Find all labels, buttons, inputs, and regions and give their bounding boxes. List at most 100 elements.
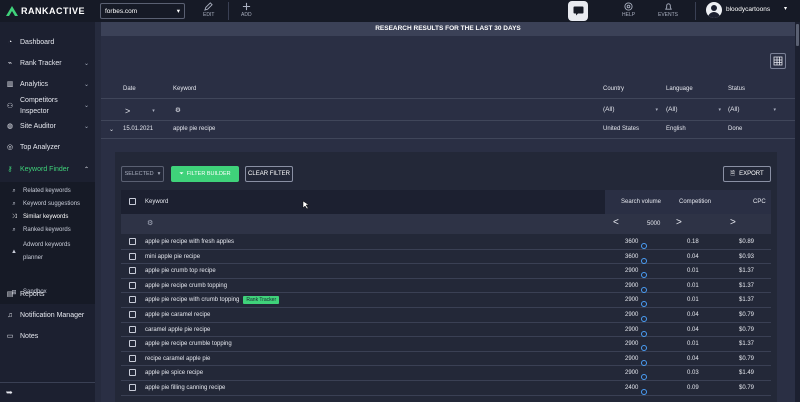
sidebar-item-competitors-inspector[interactable]: ⚇ Competitors Inspector ⌄ (0, 95, 95, 117)
trend-icon[interactable] (641, 243, 648, 249)
row-competition: 0.09 (687, 385, 699, 391)
edit-button[interactable]: EDIT (203, 2, 214, 18)
scrollbar-thumb[interactable] (796, 24, 799, 46)
keyword-filter-icon[interactable]: ⚙ (147, 219, 153, 227)
trend-icon[interactable] (641, 389, 648, 395)
divider (228, 2, 229, 20)
table-row[interactable]: apple pie recipe crumble topping 2900 0.01… (121, 337, 771, 352)
status-filter[interactable]: (All) ▾ (728, 106, 776, 113)
submenu-item-similar-keywords[interactable]: ⤨ Similar keywords (10, 213, 69, 221)
collapse-sidebar-icon[interactable]: ➥ (6, 388, 13, 397)
trend-icon[interactable] (641, 286, 648, 293)
row-keyword[interactable]: apple pie spice recipe (145, 370, 203, 376)
row-keyword[interactable]: mini apple pie recipe (145, 254, 200, 260)
column-search-volume[interactable]: Search volume (621, 199, 661, 205)
volume-filter-value[interactable]: 5000 (647, 221, 660, 227)
table-row[interactable]: apple pie crumb top recipe 2900 0.01 $1.37 (121, 264, 771, 279)
row-checkbox[interactable] (129, 267, 136, 275)
table-row[interactable]: apple pie caramel recipe 2900 0.04 $0.79 (121, 308, 771, 323)
domain-select[interactable]: forbes.com ▾ (100, 3, 185, 19)
sidebar-item-label: Notification Manager (20, 311, 85, 319)
language-filter[interactable]: (All) ▾ (666, 106, 721, 113)
sidebar-item-analytics[interactable]: ▥ Analytics ⌄ (0, 79, 95, 89)
country-filter[interactable]: (All) ▾ (603, 106, 658, 113)
username[interactable]: bloodycartoons (726, 6, 770, 13)
row-keyword[interactable]: recipe caramel apple pie (145, 356, 210, 362)
chat-button[interactable] (568, 1, 588, 21)
events-button[interactable]: EVENTS (658, 2, 678, 18)
row-checkbox[interactable] (129, 238, 136, 245)
chevron-left-icon[interactable]: < (613, 217, 619, 228)
row-checkbox[interactable] (129, 311, 136, 318)
chevron-down-icon[interactable]: ▾ (784, 5, 787, 12)
chevron-right-icon[interactable]: > (676, 217, 682, 228)
date-filter[interactable]: > ▾ (125, 106, 155, 116)
sidebar-item-notification-manager[interactable]: ♫ Notification Manager (0, 310, 95, 320)
trend-icon[interactable] (641, 301, 648, 308)
selected-dropdown[interactable]: SELECTED ▾ (121, 166, 164, 182)
row-competition: 0.18 (687, 239, 699, 245)
submenu-item-keyword-suggestions[interactable]: ⌕ Keyword suggestions (10, 200, 80, 208)
row-checkbox[interactable] (129, 281, 136, 289)
submenu-item-ranked-keywords[interactable]: ⌕ Ranked keywords (10, 226, 70, 234)
sidebar-item-notes[interactable]: ▭ Notes (0, 331, 95, 341)
row-keyword[interactable]: apple pie filling canning recipe (145, 385, 225, 391)
chevron-right-icon[interactable]: > (730, 217, 736, 228)
scrollbar[interactable] (795, 22, 800, 402)
trend-icon[interactable] (641, 272, 648, 279)
table-row[interactable]: apple pie recipe with crumb topping Rank … (121, 293, 771, 308)
clear-filter-button[interactable]: CLEAR FILTER (245, 166, 293, 182)
row-checkbox[interactable] (129, 354, 136, 362)
sidebar-item-reports[interactable]: ▤ Reports (0, 289, 95, 299)
sidebar-item-rank-tracker[interactable]: ⌁ Rank Tracker ⌄ (0, 58, 95, 68)
help-button[interactable]: HELP (622, 2, 635, 18)
row-checkbox[interactable] (129, 384, 136, 391)
row-checkbox[interactable] (129, 252, 136, 260)
row-keyword[interactable]: apple pie recipe with fresh apples (145, 239, 234, 245)
keyword-filter-icon[interactable]: ⚙ (175, 106, 181, 114)
select-all-checkbox[interactable] (129, 198, 136, 205)
column-competition[interactable]: Competition (679, 199, 711, 205)
row-checkbox[interactable] (129, 340, 136, 348)
column-cpc[interactable]: CPC (753, 199, 766, 205)
sidebar-item-label: Rank Tracker (20, 59, 62, 67)
trend-icon[interactable] (641, 359, 648, 366)
submenu-item-adword-keywords-planner[interactable]: ▲ Adword keywords planner (10, 239, 80, 265)
row-keyword[interactable]: apple pie recipe crumb topping (145, 283, 227, 289)
table-row[interactable]: apple pie recipe with fresh apples 3600 0.… (121, 235, 771, 250)
sidebar-item-dashboard[interactable]: ◔ Dashboard (0, 37, 95, 47)
row-keyword[interactable]: caramel apple pie recipe (145, 327, 210, 333)
table-row[interactable]: apple pie spice recipe 2900 0.03 $1.49 (121, 366, 771, 381)
table-row[interactable]: recipe caramel apple pie 2900 0.04 $0.79 (121, 352, 771, 367)
columns-button[interactable] (770, 53, 786, 69)
trend-icon[interactable] (641, 316, 648, 322)
table-row[interactable]: apple pie filling canning recipe 2400 0.09… (121, 381, 771, 396)
sidebar-item-top-analyzer[interactable]: ◎ Top Analyzer (0, 142, 95, 152)
sidebar-item-site-auditor[interactable]: ◍ Site Auditor ⌄ (0, 121, 95, 131)
events-label: EVENTS (658, 12, 679, 18)
table-row[interactable]: apple pie recipe crumb topping 2900 0.01 $1… (121, 279, 771, 294)
table-row[interactable]: mini apple pie recipe 3600 0.04 $0.93 (121, 250, 771, 265)
trend-icon[interactable] (641, 257, 648, 264)
chevron-down-icon[interactable]: ⌄ (109, 126, 114, 133)
row-keyword[interactable]: apple pie crumb top recipe (145, 268, 216, 274)
row-checkbox[interactable] (129, 296, 136, 304)
trend-icon[interactable] (641, 374, 648, 381)
rank-tracker-badge[interactable]: Rank Tracker (243, 296, 280, 305)
add-button[interactable]: ADD (241, 2, 252, 18)
row-checkbox[interactable] (129, 325, 136, 333)
column-keyword[interactable]: Keyword (145, 199, 168, 205)
row-checkbox[interactable] (129, 369, 136, 377)
trend-icon[interactable] (641, 345, 648, 352)
row-keyword[interactable]: apple pie recipe crumble topping (145, 341, 232, 347)
submenu-item-related-keywords[interactable]: ⌕ Related keywords (10, 187, 70, 195)
trend-icon[interactable] (641, 330, 648, 337)
avatar[interactable] (706, 2, 722, 18)
export-button[interactable]: 🗎 EXPORT (723, 166, 771, 182)
sidebar-item-keyword-finder[interactable]: ⚷ Keyword Finder ⌃ (0, 164, 95, 174)
row-keyword[interactable]: apple pie recipe with crumb topping Rank … (145, 296, 280, 305)
logo[interactable]: RANKACTIVE (0, 0, 95, 22)
row-keyword[interactable]: apple pie caramel recipe (145, 312, 210, 318)
filter-builder-button[interactable]: ⏷ FILTER BUILDER (171, 166, 239, 182)
table-row[interactable]: caramel apple pie recipe 2900 0.04 $0.79 (121, 323, 771, 338)
